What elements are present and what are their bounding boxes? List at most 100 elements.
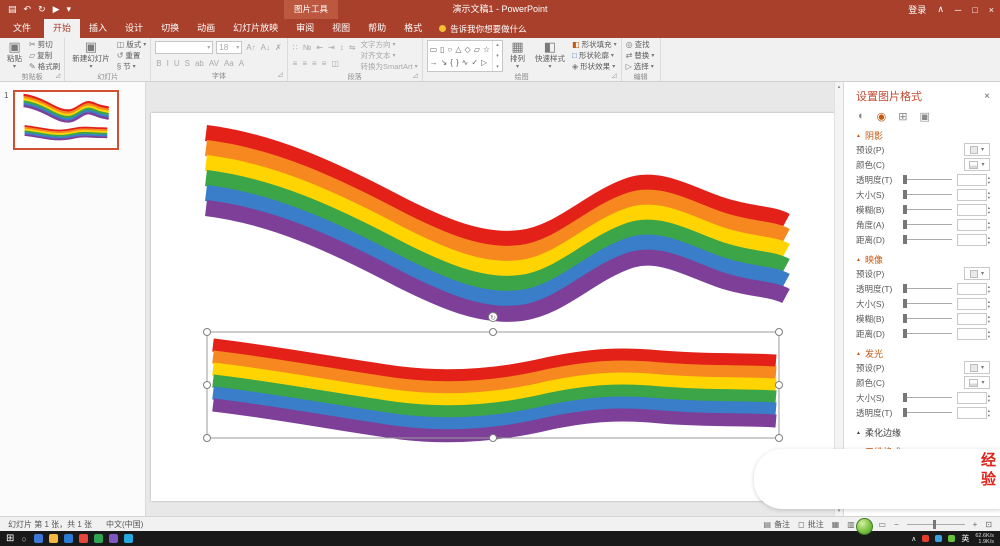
shape-icon[interactable]: } (456, 58, 459, 67)
slider-thumb[interactable] (903, 314, 907, 323)
slider-thumb[interactable] (903, 408, 907, 417)
font-style-button[interactable]: AV (208, 59, 220, 68)
paragraph-format-button[interactable]: № (302, 43, 313, 52)
shape-icon[interactable]: ○ (448, 45, 453, 54)
taskbar-app-icon[interactable] (34, 534, 43, 543)
value-slider[interactable] (903, 397, 952, 398)
zoom-slider[interactable] (907, 524, 965, 525)
value-slider[interactable] (903, 412, 952, 413)
value-spinbox[interactable] (957, 407, 987, 419)
font-name-combo[interactable]: ▾ (155, 41, 213, 54)
copy-button[interactable]: ▱复制 (29, 51, 60, 61)
tell-me-search[interactable]: 告诉我你想要做什么 (431, 19, 535, 38)
safety-ball-icon[interactable] (856, 518, 873, 535)
shape-icon[interactable]: ◇ (465, 45, 471, 54)
taskbar-app-icon[interactable] (79, 534, 88, 543)
text-direction-button[interactable]: 文字方向▾ (360, 40, 417, 50)
ime-indicator[interactable]: 英 (961, 533, 969, 544)
paste-button[interactable]: ▣ 粘贴 ▾ (4, 40, 25, 72)
ribbon-tab[interactable]: 设计 (116, 19, 152, 38)
slider-thumb[interactable] (903, 284, 907, 293)
font-style-button[interactable]: S (184, 59, 191, 68)
shapes-more-icon[interactable]: ▾ (496, 64, 499, 70)
resize-handle-nw[interactable] (204, 329, 211, 336)
shape-fill-button[interactable]: ◧形状填充▾ (572, 40, 617, 50)
taskbar-app-icon[interactable] (49, 534, 58, 543)
slider-thumb[interactable] (903, 299, 907, 308)
value-spinbox[interactable] (957, 392, 987, 404)
value-slider[interactable] (903, 224, 952, 225)
font-style-button[interactable]: A (238, 59, 245, 68)
value-slider[interactable] (903, 179, 952, 180)
tray-app-icon[interactable] (948, 535, 955, 542)
resize-handle-w[interactable] (204, 382, 211, 389)
resize-handle-se[interactable] (776, 435, 783, 442)
slider-thumb[interactable] (903, 175, 907, 184)
slider-thumb[interactable] (903, 393, 907, 402)
picture-tab-icon[interactable]: ▣ (919, 110, 929, 123)
spin-arrows[interactable]: ▴▾ (988, 235, 990, 245)
spin-arrows[interactable]: ▴▾ (988, 299, 990, 309)
new-slide-button[interactable]: ▣ 新建幻灯片 ▾ (69, 40, 113, 72)
slider-thumb[interactable] (903, 235, 907, 244)
slideshow-view-button[interactable]: ▭ (878, 520, 886, 529)
shape-icon[interactable]: { (450, 58, 453, 67)
shape-icon[interactable]: → (430, 58, 438, 67)
shape-icon[interactable]: ▯ (440, 45, 444, 54)
font-size-combo[interactable]: 18▾ (216, 41, 242, 54)
glow-section-header[interactable]: ▲发光 (856, 347, 990, 360)
size-properties-tab-icon[interactable]: ⊞ (898, 110, 907, 123)
spin-arrows[interactable]: ▴▾ (988, 175, 990, 185)
paragraph-dialog-launcher-icon[interactable]: ◿ (413, 71, 418, 82)
ribbon-tab[interactable]: 幻灯片放映 (224, 19, 287, 38)
rainbow-shape-large[interactable] (206, 133, 786, 314)
drawing-dialog-launcher-icon[interactable]: ◿ (612, 71, 617, 82)
layout-button[interactable]: ◫版式▾ (117, 40, 147, 50)
shapes-scroll-up-icon[interactable]: ▴ (496, 42, 499, 48)
value-slider[interactable] (903, 333, 952, 334)
resize-handle-sw[interactable] (204, 435, 211, 442)
spin-arrows[interactable]: ▴▾ (988, 205, 990, 215)
preset-dropdown-button[interactable]: ▾ (964, 267, 990, 280)
shape-icon[interactable]: ∿ (462, 58, 469, 67)
value-spinbox[interactable] (957, 174, 987, 186)
sign-in-button[interactable]: 登录 (908, 3, 926, 16)
resize-handle-s[interactable] (490, 435, 497, 442)
rainbow-shape-selected[interactable] (213, 345, 776, 436)
spin-arrows[interactable]: ▴▾ (988, 220, 990, 230)
slider-thumb[interactable] (903, 329, 907, 338)
shape-icon[interactable]: △ (455, 45, 461, 54)
tray-expand-icon[interactable]: ∧ (911, 535, 916, 543)
effects-tab-icon[interactable]: ◉ (877, 110, 887, 123)
paragraph-align-button[interactable]: ≡ (292, 59, 299, 68)
font-style-button[interactable]: I (166, 59, 170, 68)
fit-to-window-button[interactable]: ⊡ (985, 520, 992, 529)
shape-icon[interactable]: ✓ (471, 58, 478, 67)
value-spinbox[interactable] (957, 189, 987, 201)
language-indicator[interactable]: 中文(中国) (106, 519, 143, 530)
spin-arrows[interactable]: ▴▾ (988, 284, 990, 294)
find-button[interactable]: ◎查找 (626, 40, 655, 50)
value-slider[interactable] (903, 288, 952, 289)
replace-button[interactable]: ⇄替换▾ (626, 51, 655, 61)
resize-handle-ne[interactable] (776, 329, 783, 336)
reflection-section-header[interactable]: ▲映像 (856, 253, 990, 266)
normal-view-button[interactable]: ▦ (832, 520, 840, 529)
pane-close-icon[interactable]: × (984, 91, 990, 102)
spin-arrows[interactable]: ▴▾ (988, 408, 990, 418)
convert-smartart-button[interactable]: 转换为SmartArt▾ (360, 62, 417, 72)
zoom-out-button[interactable]: − (894, 520, 899, 529)
slide-thumbnail[interactable] (13, 90, 119, 150)
shadow-section-header[interactable]: ▲阴影 (856, 129, 990, 142)
slide[interactable]: ↻ (151, 113, 839, 501)
slider-thumb[interactable] (903, 190, 907, 199)
value-slider[interactable] (903, 303, 952, 304)
zoom-slider-thumb[interactable] (933, 520, 936, 529)
shape-outline-button[interactable]: □形状轮廓▾ (572, 51, 617, 61)
slider-thumb[interactable] (903, 220, 907, 229)
arrange-button[interactable]: ▦ 排列 ▾ (507, 40, 528, 72)
quick-styles-button[interactable]: ◧ 快速样式 ▾ (532, 40, 568, 72)
section-button[interactable]: §节▾ (117, 62, 147, 72)
preset-dropdown-button[interactable]: ▾ (964, 143, 990, 156)
ribbon-tab[interactable]: 动画 (188, 19, 224, 38)
